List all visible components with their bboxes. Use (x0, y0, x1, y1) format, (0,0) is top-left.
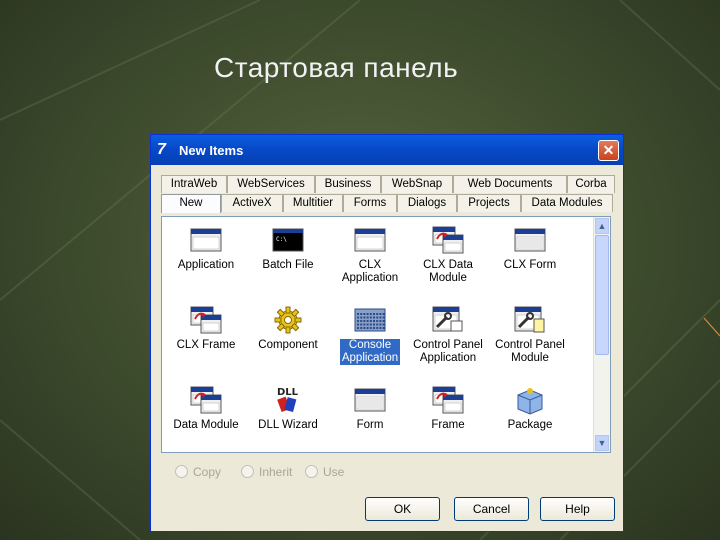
radio-dot-icon (241, 465, 254, 478)
radio-dot-icon (305, 465, 318, 478)
form-icon (330, 385, 410, 415)
item-batch-file[interactable]: C:\ Batch File (248, 225, 328, 272)
cancel-button[interactable]: Cancel (454, 497, 529, 521)
gear-icon (248, 305, 328, 335)
deco-line (703, 317, 720, 337)
svg-text:DLL: DLL (277, 387, 299, 398)
data-module-icon (166, 385, 246, 415)
item-label: Application (177, 259, 235, 271)
console-icon: C:\ (248, 225, 328, 255)
scroll-thumb[interactable] (595, 235, 609, 355)
dll-icon: DLL (248, 385, 328, 415)
slide-title: Стартовая панель (214, 52, 459, 83)
window-icon (166, 225, 246, 255)
package-icon (490, 385, 570, 415)
items-list: Application C:\ Batch File CLX Application… (161, 216, 611, 453)
tab-corba[interactable]: Corba (567, 175, 615, 193)
item-label: Control Panel Application (413, 339, 483, 364)
item-label: Component (258, 339, 318, 351)
tab-projects[interactable]: Projects (457, 194, 521, 212)
item-clx-frame[interactable]: CLX Frame (166, 305, 246, 352)
item-clx-application[interactable]: CLX Application (330, 225, 410, 285)
item-label: Frame (431, 419, 465, 431)
radio-dot-icon (175, 465, 188, 478)
window-icon (330, 225, 410, 255)
scroll-down-button[interactable]: ▼ (595, 435, 609, 451)
item-label: CLX Data Module (423, 259, 473, 284)
control-panel-icon (408, 305, 488, 335)
tab-row-1: IntraWeb WebServices Business WebSnap Web Do… (161, 175, 615, 193)
radio-copy[interactable]: Copy (175, 465, 221, 479)
radio-use[interactable]: Use (305, 465, 344, 479)
item-frame[interactable]: Frame (408, 385, 488, 432)
item-component[interactable]: Component (248, 305, 328, 352)
tab-data-modules[interactable]: Data Modules (521, 194, 613, 212)
item-label: CLX Application (341, 259, 399, 284)
item-label: Data Module (173, 419, 239, 431)
tab-dialogs[interactable]: Dialogs (397, 194, 457, 212)
item-clx-form[interactable]: CLX Form (490, 225, 570, 272)
radio-inherit[interactable]: Inherit (241, 465, 292, 479)
item-console-application[interactable]: Console Application (330, 305, 410, 365)
item-label: Package (507, 419, 553, 431)
item-label: Control Panel Module (495, 339, 565, 364)
control-panel-module-icon (490, 305, 570, 335)
form-icon (490, 225, 570, 255)
item-label: Console Application (339, 339, 401, 365)
tab-multitier[interactable]: Multitier (283, 194, 343, 212)
tab-webservices[interactable]: WebServices (227, 175, 315, 193)
tab-intraweb[interactable]: IntraWeb (161, 175, 227, 193)
item-label: Form (356, 419, 384, 431)
item-package[interactable]: Package (490, 385, 570, 432)
console-app-icon (330, 305, 410, 335)
dialog-titlebar[interactable]: 7 New Items ✕ (151, 135, 623, 165)
item-dll-wizard[interactable]: DLL DLL Wizard (248, 385, 328, 432)
frame-icon (166, 305, 246, 335)
item-label: Batch File (262, 259, 314, 271)
tab-web-documents[interactable]: Web Documents (453, 175, 567, 193)
help-button[interactable]: Help (540, 497, 615, 521)
item-clx-data-module[interactable]: CLX Data Module (408, 225, 488, 285)
item-label: CLX Frame (176, 339, 236, 351)
data-module-icon (408, 225, 488, 255)
item-label: CLX Form (503, 259, 557, 271)
item-application[interactable]: Application (166, 225, 246, 272)
tab-forms[interactable]: Forms (343, 194, 397, 212)
tab-new[interactable]: New (161, 194, 221, 213)
item-form[interactable]: Form (330, 385, 410, 432)
dialog-title: New Items (179, 143, 244, 158)
svg-text:C:\: C:\ (276, 236, 287, 243)
item-label: DLL Wizard (258, 419, 318, 431)
item-control-panel-application[interactable]: Control Panel Application (408, 305, 488, 365)
vertical-scrollbar[interactable]: ▲ ▼ (593, 217, 610, 452)
delphi-icon: 7 (157, 141, 166, 158)
scroll-up-button[interactable]: ▲ (595, 218, 609, 234)
new-items-dialog: 7 New Items ✕ IntraWeb WebServices Busines… (150, 134, 624, 532)
tab-row-2: New ActiveX Multitier Forms Dialogs Projects D… (161, 194, 615, 213)
ok-button[interactable]: OK (365, 497, 440, 521)
close-button[interactable]: ✕ (598, 140, 619, 161)
tab-websnap[interactable]: WebSnap (381, 175, 453, 193)
tab-business[interactable]: Business (315, 175, 381, 193)
item-control-panel-module[interactable]: Control Panel Module (490, 305, 570, 365)
tab-activex[interactable]: ActiveX (221, 194, 283, 212)
frame-icon (408, 385, 488, 415)
item-data-module[interactable]: Data Module (166, 385, 246, 432)
